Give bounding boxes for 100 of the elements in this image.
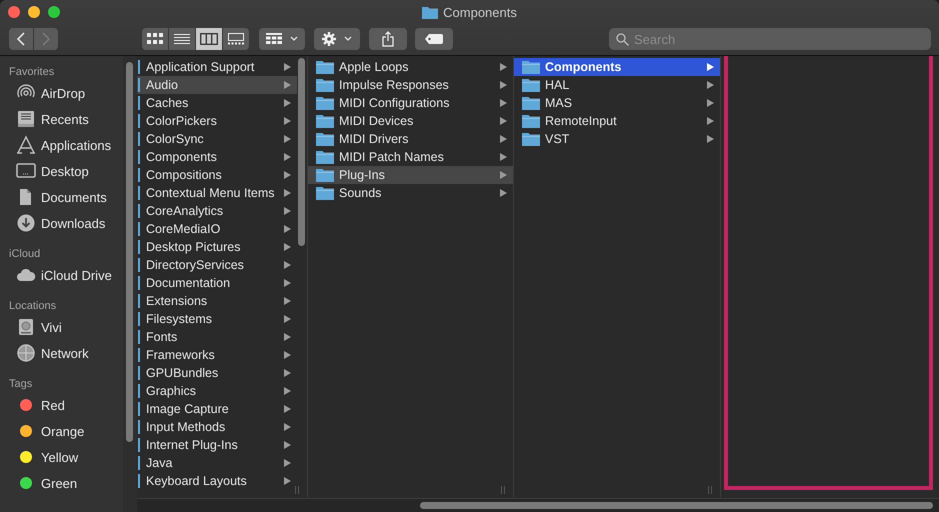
sidebar-item[interactable]: iCloud Drive <box>15 262 123 288</box>
folder-row[interactable]: Compositions <box>137 166 297 184</box>
view-mode-button[interactable] <box>196 28 222 50</box>
list-icon <box>174 33 190 45</box>
sidebar-item[interactable]: Yellow <box>15 444 123 470</box>
scrollbar-thumb[interactable] <box>126 62 133 442</box>
folder-row[interactable]: CoreMediaIO <box>137 220 297 238</box>
sidebar-item[interactable]: Green <box>15 470 123 496</box>
sidebar-item[interactable]: Red <box>15 392 123 418</box>
folder-row[interactable]: Frameworks <box>137 346 297 364</box>
folder-row[interactable]: Graphics <box>137 382 297 400</box>
folder-name: CoreAnalytics <box>146 204 224 218</box>
close-button[interactable] <box>8 6 20 18</box>
disclosure-arrow-icon <box>284 279 291 287</box>
folder-row[interactable]: Input Methods <box>137 418 297 436</box>
folder-row[interactable]: Caches <box>137 94 297 112</box>
minimize-button[interactable] <box>28 6 40 18</box>
disclosure-arrow-icon <box>284 153 291 161</box>
share-button[interactable] <box>369 28 407 50</box>
folder-row[interactable]: Application Support <box>137 58 297 76</box>
scrollbar-thumb[interactable] <box>298 58 305 246</box>
disclosure-arrow-icon <box>284 315 291 323</box>
disclosure-arrow-icon <box>284 459 291 467</box>
applications-icon <box>15 135 37 155</box>
folder-name: Compositions <box>146 168 223 182</box>
view-mode-button[interactable] <box>169 28 195 50</box>
folder-row[interactable]: Extensions <box>137 292 297 310</box>
disclosure-arrow-icon <box>284 297 291 305</box>
folder-row[interactable]: ColorPickers <box>137 112 297 130</box>
folder-row[interactable]: Components <box>514 58 720 76</box>
view-mode-button[interactable] <box>223 28 249 50</box>
chevron-right-icon <box>41 32 51 46</box>
folder-row[interactable]: Sounds <box>308 184 513 202</box>
folder-name: RemoteInput <box>545 114 618 128</box>
folder-name: Keyboard Layouts <box>146 474 248 488</box>
disclosure-arrow-icon <box>500 63 507 71</box>
column-resize-handle[interactable] <box>501 486 505 494</box>
zoom-button[interactable] <box>48 6 60 18</box>
folder-row[interactable]: Documentation <box>137 274 297 292</box>
folder-row[interactable]: MAS <box>514 94 720 112</box>
folder-row[interactable]: HAL <box>514 76 720 94</box>
sidebar-item[interactable]: Network <box>15 340 123 366</box>
folder-row[interactable]: Keyboard Layouts <box>137 472 297 490</box>
folder-name: ColorSync <box>146 132 205 146</box>
folder-row[interactable]: CoreAnalytics <box>137 202 297 220</box>
sidebar-item[interactable]: Downloads <box>15 210 123 236</box>
column-resize-handle[interactable] <box>295 486 299 494</box>
back-button[interactable] <box>9 28 33 50</box>
group-button[interactable] <box>259 28 305 50</box>
disclosure-arrow-icon <box>707 63 714 71</box>
folder-row[interactable]: GPUBundles <box>137 364 297 382</box>
folder-row[interactable]: Image Capture <box>137 400 297 418</box>
sidebar-item[interactable]: Desktop <box>15 158 123 184</box>
tag-button[interactable] <box>415 28 453 50</box>
scrollbar-thumb[interactable] <box>420 502 933 509</box>
folder-name: Internet Plug-Ins <box>146 438 239 452</box>
folder-row[interactable]: MIDI Patch Names <box>308 148 513 166</box>
disclosure-arrow-icon <box>284 189 291 197</box>
sidebar-label: Recents <box>41 112 89 126</box>
folder-row[interactable]: MIDI Drivers <box>308 130 513 148</box>
sidebar-item[interactable]: Orange <box>15 418 123 444</box>
sidebar-item[interactable]: Recents <box>15 106 123 132</box>
folder-row[interactable]: Plug-Ins <box>308 166 513 184</box>
folder-row[interactable]: Java <box>137 454 297 472</box>
folder-row[interactable]: Internet Plug-Ins <box>137 436 297 454</box>
folder-row[interactable]: Components <box>137 148 297 166</box>
folder-row[interactable]: Audio <box>137 76 297 94</box>
disclosure-arrow-icon <box>284 135 291 143</box>
disclosure-arrow-icon <box>284 423 291 431</box>
action-button[interactable] <box>314 28 360 50</box>
grid-icon <box>147 33 163 45</box>
folder-name: Components <box>146 150 218 164</box>
disclosure-arrow-icon <box>500 99 507 107</box>
folder-row[interactable]: ColorSync <box>137 130 297 148</box>
sidebar-item[interactable]: AirDrop <box>15 80 123 106</box>
chevron-icon <box>290 36 298 42</box>
folder-row[interactable]: VST <box>514 130 720 148</box>
folder-row[interactable]: MIDI Devices <box>308 112 513 130</box>
desktop-icon <box>15 161 37 181</box>
folder-row[interactable]: Fonts <box>137 328 297 346</box>
folder-row[interactable]: DirectoryServices <box>137 256 297 274</box>
sidebar-item[interactable]: Vivi <box>15 314 123 340</box>
folder-name: HAL <box>545 78 570 92</box>
folder-row[interactable]: Impulse Responses <box>308 76 513 94</box>
folder-name: Contextual Menu Items <box>146 186 276 200</box>
sidebar-label: iCloud Drive <box>41 268 112 282</box>
folder-row[interactable]: Desktop Pictures <box>137 238 297 256</box>
folder-row[interactable]: RemoteInput <box>514 112 720 130</box>
column-resize-handle[interactable] <box>708 486 712 494</box>
sidebar-heading: Favorites <box>9 65 56 80</box>
folder-row[interactable]: MIDI Configurations <box>308 94 513 112</box>
sidebar-item[interactable]: Applications <box>15 132 123 158</box>
view-mode-button[interactable] <box>142 28 168 50</box>
folder-name: MIDI Drivers <box>339 132 410 146</box>
folder-row[interactable]: Contextual Menu Items <box>137 184 297 202</box>
folder-name: Filesystems <box>146 312 213 326</box>
sidebar-item[interactable]: Documents <box>15 184 123 210</box>
folder-row[interactable]: Filesystems <box>137 310 297 328</box>
folder-row[interactable]: Apple Loops <box>308 58 513 76</box>
sidebar-label: Desktop <box>41 164 89 178</box>
